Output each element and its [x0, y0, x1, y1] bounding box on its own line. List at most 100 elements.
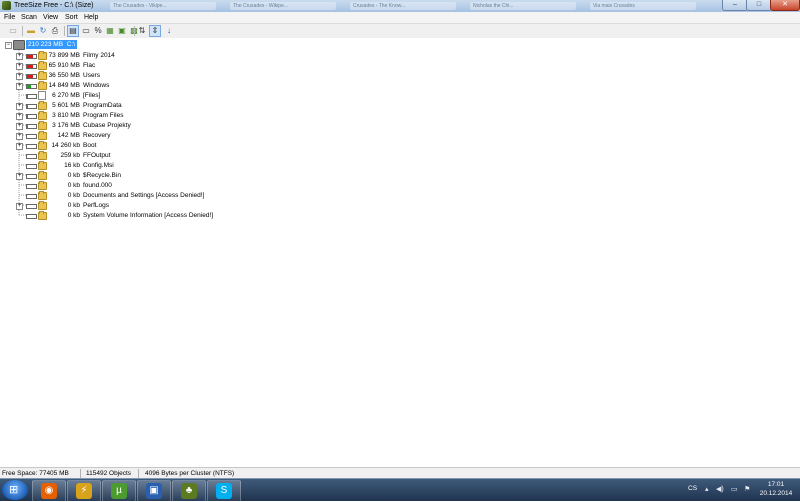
- expand-icon[interactable]: +: [16, 143, 23, 150]
- toolbar-separator: [22, 26, 23, 36]
- background-window-tab[interactable]: Crusades - The Know...: [350, 2, 456, 10]
- item-name[interactable]: FFOutput: [83, 152, 110, 160]
- item-name[interactable]: Recovery: [83, 132, 110, 140]
- expand-icon[interactable]: +: [16, 83, 23, 90]
- expand-icon[interactable]: +: [16, 123, 23, 130]
- show-hidden-icons-icon[interactable]: ▴: [705, 485, 709, 493]
- size-bar: [26, 114, 37, 119]
- files-icon[interactable]: ▣: [117, 26, 127, 36]
- language-indicator[interactable]: CS: [688, 485, 697, 492]
- item-name[interactable]: Cubase Projekty: [83, 122, 131, 130]
- root-drive-label[interactable]: 210 223 MB C:\: [26, 40, 77, 49]
- size-bar-fill: [27, 65, 34, 68]
- collapse-icon[interactable]: −: [5, 42, 12, 49]
- expand-icon[interactable]: +: [16, 203, 23, 210]
- menu-file[interactable]: File: [4, 13, 15, 22]
- background-window-tab[interactable]: The Crusades - Vikipe...: [110, 2, 216, 10]
- tree-row[interactable]: +14 260 kb Boot: [0, 141, 400, 151]
- network-icon[interactable]: ▭: [731, 485, 738, 493]
- tree-row[interactable]: +0 kb PerfLogs: [0, 201, 400, 211]
- item-name[interactable]: Boot: [83, 142, 96, 150]
- close-button[interactable]: ✕: [770, 0, 800, 11]
- item-name[interactable]: ProgramData: [83, 102, 122, 110]
- taskbar-app-button[interactable]: ▣: [137, 480, 171, 502]
- tree-row[interactable]: 0 kb Documents and Settings [Access Denie…: [0, 191, 400, 201]
- item-name[interactable]: [Files]: [83, 92, 100, 100]
- taskbar-app-button[interactable]: S: [207, 480, 241, 502]
- refresh-icon[interactable]: ↻: [38, 26, 48, 36]
- tree-row[interactable]: 16 kb Config.Msi: [0, 161, 400, 171]
- open-folder-icon[interactable]: ▬: [26, 26, 36, 36]
- sort-size-icon[interactable]: ⇕: [149, 25, 161, 37]
- size-bar: [26, 94, 37, 99]
- background-window-tab[interactable]: The Crusades - Wikipe...: [230, 2, 336, 10]
- toolbar-separator: [64, 26, 65, 36]
- tree-row[interactable]: +3 176 MB Cubase Projekty: [0, 121, 400, 131]
- item-name[interactable]: Filmy 2014: [83, 52, 115, 60]
- expand-icon[interactable]: +: [16, 73, 23, 80]
- expand-icon[interactable]: +: [16, 53, 23, 60]
- item-name[interactable]: found.000: [83, 182, 112, 190]
- tree-row[interactable]: 6 270 MB [Files]: [0, 91, 400, 101]
- action-center-flag-icon[interactable]: ⚑: [744, 485, 750, 493]
- menu-sort[interactable]: Sort: [65, 13, 78, 22]
- clock-date[interactable]: 20.12.2014: [756, 490, 796, 497]
- minimize-button[interactable]: –: [722, 0, 748, 11]
- tree-row[interactable]: +0 kb $Recycle.Bin: [0, 171, 400, 181]
- start-button[interactable]: [2, 480, 28, 500]
- item-name[interactable]: Program Files: [83, 112, 123, 120]
- menu-scan[interactable]: Scan: [21, 13, 37, 22]
- tree-row[interactable]: +5 601 MB ProgramData: [0, 101, 400, 111]
- tree-row[interactable]: 0 kb found.000: [0, 181, 400, 191]
- expand-icon[interactable]: +: [16, 173, 23, 180]
- tree-root-row[interactable]: − 210 223 MB C:\: [0, 40, 200, 50]
- size-bar: [26, 104, 37, 109]
- item-size: 0 kb: [67, 182, 80, 189]
- menu-view[interactable]: View: [43, 13, 58, 22]
- item-name[interactable]: Windows: [83, 82, 109, 90]
- folder-icon: [38, 101, 47, 110]
- drive-icon[interactable]: ▭: [8, 26, 18, 36]
- expand-icon[interactable]: +: [16, 103, 23, 110]
- folder-icon: [38, 111, 47, 120]
- background-window-tab[interactable]: Via mais Crusades: [590, 2, 696, 10]
- tree-row[interactable]: 0 kb System Volume Information [Access De…: [0, 211, 400, 221]
- tree-row[interactable]: 259 kb FFOutput: [0, 151, 400, 161]
- maximize-button[interactable]: □: [746, 0, 772, 11]
- percent-icon[interactable]: %: [93, 26, 103, 36]
- folder-icon: [38, 181, 47, 190]
- size-bar: [26, 144, 37, 149]
- item-name[interactable]: $Recycle.Bin: [83, 172, 121, 180]
- taskbar-app-button[interactable]: ⚡: [67, 480, 101, 502]
- taskbar-app-button[interactable]: ♣: [172, 480, 206, 502]
- item-name[interactable]: Documents and Settings [Access Denied!]: [83, 192, 204, 200]
- print-icon[interactable]: ⎙: [50, 26, 60, 36]
- tree-row[interactable]: +3 810 MB Program Files: [0, 111, 400, 121]
- tree-row[interactable]: +14 849 MB Windows: [0, 81, 400, 91]
- background-window-tab[interactable]: Nicholas the Chi...: [470, 2, 576, 10]
- expand-icon[interactable]: +: [16, 113, 23, 120]
- item-name[interactable]: PerfLogs: [83, 202, 109, 210]
- clock-time[interactable]: 17:01: [756, 481, 796, 488]
- size-bar: [26, 54, 37, 59]
- size-bar: [26, 204, 37, 209]
- sort-down-icon[interactable]: ↓: [164, 26, 174, 36]
- taskbar-app-button[interactable]: µ: [102, 480, 136, 502]
- bar-view-icon[interactable]: ▭: [81, 26, 91, 36]
- tree-row[interactable]: +65 910 MB Flac: [0, 61, 400, 71]
- expand-icon[interactable]: +: [16, 63, 23, 70]
- item-name[interactable]: Config.Msi: [83, 162, 114, 170]
- tree-row[interactable]: +142 MB Recovery: [0, 131, 400, 141]
- sort-name-icon[interactable]: ⇅: [137, 26, 147, 36]
- expand-icon[interactable]: +: [16, 133, 23, 140]
- volume-icon[interactable]: ◀): [716, 485, 724, 493]
- size-icon[interactable]: ▦: [105, 26, 115, 36]
- tree-row[interactable]: +73 899 MB Filmy 2014: [0, 51, 400, 61]
- item-name[interactable]: System Volume Information [Access Denied…: [83, 212, 213, 220]
- menu-help[interactable]: Help: [84, 13, 98, 22]
- tree-row[interactable]: +36 550 MB Users: [0, 71, 400, 81]
- item-name[interactable]: Users: [83, 72, 100, 80]
- taskbar-app-button[interactable]: ◉: [32, 480, 66, 502]
- detail-view-icon[interactable]: ▤: [67, 25, 79, 37]
- item-name[interactable]: Flac: [83, 62, 95, 70]
